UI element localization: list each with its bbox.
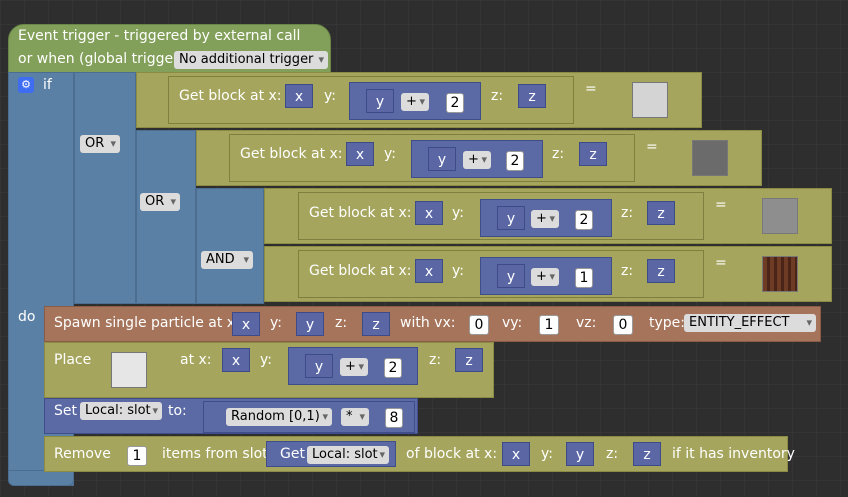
or-block-2[interactable] [136, 130, 196, 304]
z-var-2[interactable]: z [579, 142, 607, 166]
plus-op-4[interactable]: + [531, 268, 559, 286]
num-field-2[interactable]: 2 [506, 151, 524, 171]
num-field-1[interactable]: 2 [446, 93, 464, 113]
event-trigger-title: Event trigger - triggered by external ca… [18, 28, 301, 44]
y-var-3[interactable]: y [497, 206, 525, 230]
place-z-label: z: [429, 352, 442, 368]
remove-z-var[interactable]: z [633, 442, 661, 466]
y-label-1: y: [324, 88, 336, 104]
particle-vy-label: vy: [502, 315, 523, 331]
do-label: do [18, 309, 36, 325]
z-label-1: z: [491, 88, 504, 104]
if-block-gear-icon[interactable]: ⚙ [18, 77, 34, 93]
multiply-op[interactable]: * [341, 408, 369, 426]
place-z-var[interactable]: z [455, 348, 483, 372]
or-dropdown-1[interactable]: OR [80, 135, 120, 153]
particle-z-label: z: [335, 315, 348, 331]
particle-vx-label: with vx: [400, 315, 456, 331]
num-field-4[interactable]: 1 [575, 268, 593, 288]
particle-y-var[interactable]: y [296, 312, 324, 336]
place-y-label: y: [260, 352, 272, 368]
y-label-4: y: [452, 263, 464, 279]
eq-label-4: = [715, 255, 727, 271]
place-label: Place [54, 352, 92, 368]
place-x-var[interactable]: x [222, 348, 250, 372]
plus-op-2[interactable]: + [463, 151, 491, 169]
particle-type-dropdown[interactable]: ENTITY_EFFECT [684, 314, 816, 332]
items-from-slot-label: items from slot [162, 446, 268, 462]
particle-vy-field[interactable]: 1 [539, 315, 559, 335]
z-label-2: z: [552, 146, 565, 162]
place-at-x-label: at x: [180, 352, 212, 368]
block-tile-3[interactable] [762, 198, 798, 234]
random-dropdown[interactable]: Random [0,1) [226, 408, 332, 426]
getblock-label-2: Get block at x: [240, 146, 343, 162]
block-tile-1[interactable] [632, 82, 668, 118]
z-var-4[interactable]: z [647, 259, 675, 283]
particle-vx-field[interactable]: 0 [469, 315, 489, 335]
particle-x-var[interactable]: x [232, 312, 260, 336]
getblock-label-3: Get block at x: [309, 205, 412, 221]
set-variable-dropdown[interactable]: Local: slot [80, 402, 162, 420]
getblock-label-4: Get block at x: [309, 263, 412, 279]
particle-vz-label: vz: [576, 315, 597, 331]
and-block[interactable] [196, 188, 264, 304]
if-label: if [43, 77, 52, 93]
eq-label-2: = [646, 139, 658, 155]
remove-x-var[interactable]: x [502, 442, 530, 466]
and-dropdown[interactable]: AND [201, 251, 253, 269]
place-plus-op[interactable]: + [340, 358, 368, 376]
particle-z-var[interactable]: z [362, 312, 390, 336]
x-var-4[interactable]: x [415, 259, 443, 283]
or-block-1[interactable] [74, 72, 136, 304]
y-var-1[interactable]: y [366, 89, 394, 113]
x-var-2[interactable]: x [346, 142, 374, 166]
or-dropdown-2[interactable]: OR [140, 193, 180, 211]
particle-y-label: y: [270, 315, 282, 331]
remove-count-field[interactable]: 1 [127, 446, 147, 466]
eq-label-3: = [715, 197, 727, 213]
set-label: Set [54, 403, 77, 419]
z-var-3[interactable]: z [647, 201, 675, 225]
remove-z-label: z: [606, 446, 619, 462]
block-tile-2[interactable] [692, 140, 728, 176]
y-label-2: y: [384, 146, 396, 162]
y-var-2[interactable]: y [428, 147, 456, 171]
set-to-label: to: [168, 403, 187, 419]
get-label: Get [280, 446, 305, 462]
get-variable-dropdown[interactable]: Local: slot [307, 446, 389, 464]
x-var-3[interactable]: x [415, 201, 443, 225]
place-y-var[interactable]: y [305, 354, 333, 378]
y-var-4[interactable]: y [497, 264, 525, 288]
remove-y-label: y: [541, 446, 553, 462]
particle-vz-field[interactable]: 0 [613, 315, 633, 335]
global-trigger-label: or when (global trigger): [18, 51, 190, 67]
x-var-1[interactable]: x [285, 84, 313, 108]
if-block-footer [8, 470, 74, 486]
place-block-tile[interactable] [111, 352, 147, 388]
num-field-3[interactable]: 2 [575, 210, 593, 230]
trigger-dropdown[interactable]: No additional trigger [174, 51, 328, 69]
eq-label-1: = [585, 81, 597, 97]
spawn-particle-label: Spawn single particle at x: [54, 315, 240, 331]
getblock-label-1: Get block at x: [179, 88, 282, 104]
block-tile-4[interactable] [762, 256, 798, 292]
place-num-field[interactable]: 2 [384, 358, 402, 378]
inventory-suffix-label: if it has inventory [672, 446, 795, 462]
z-label-3: z: [621, 205, 634, 221]
particle-type-label: type: [649, 315, 685, 331]
set-num-field[interactable]: 8 [385, 408, 403, 428]
plus-op-1[interactable]: + [401, 93, 429, 111]
z-label-4: z: [621, 263, 634, 279]
remove-y-var[interactable]: y [566, 442, 594, 466]
z-var-1[interactable]: z [518, 84, 546, 108]
plus-op-3[interactable]: + [531, 210, 559, 228]
remove-label: Remove [54, 446, 111, 462]
of-block-label: of block at x: [406, 446, 498, 462]
y-label-3: y: [452, 205, 464, 221]
